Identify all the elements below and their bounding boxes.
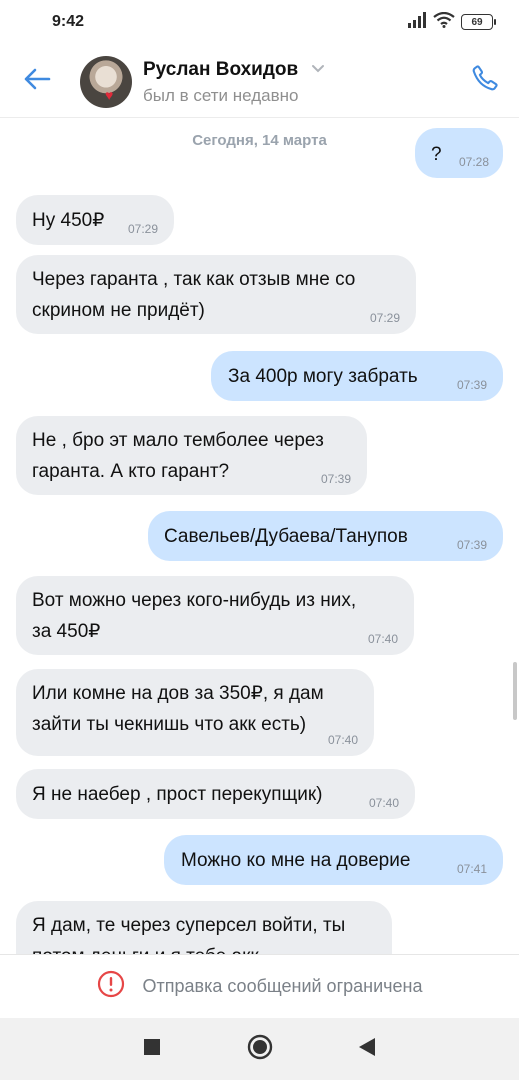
- scrollbar[interactable]: [513, 662, 517, 720]
- message-bubble[interactable]: Не , бро эт мало темболее через гаранта.…: [16, 416, 367, 495]
- message-text: гаранта. А кто гарант?: [32, 461, 230, 482]
- notice-text: Отправка сообщений ограничена: [142, 976, 423, 996]
- message-bubble[interactable]: Я не наебер , прост перекупщик) 07:40: [16, 769, 415, 819]
- message-text: скрином не придёт): [32, 300, 205, 321]
- messaging-restricted-notice: Отправка сообщений ограничена: [0, 954, 519, 1018]
- back-arrow-icon: [23, 67, 51, 96]
- message-text: Или комне на дов за 350₽, я дам: [32, 683, 324, 704]
- home-button[interactable]: [245, 1034, 275, 1064]
- system-nav-bar: [0, 1018, 519, 1080]
- back-nav-button[interactable]: [352, 1034, 382, 1064]
- message-time: 07:39: [456, 378, 487, 392]
- message-bubble[interactable]: За 400р могу забрать 07:39: [211, 351, 503, 401]
- call-button[interactable]: [469, 64, 501, 96]
- message-time: 07:40: [327, 733, 358, 747]
- contact-status: был в сети недавно: [143, 86, 299, 105]
- message-time: 07:28: [458, 155, 489, 169]
- battery-level: 69: [471, 16, 483, 28]
- heart-icon: ♥: [105, 87, 114, 103]
- message-bubble[interactable]: Или комне на дов за 350₽, я дам зайти ты…: [16, 669, 374, 756]
- message-bubble[interactable]: Через гаранта , так как отзыв мне со скр…: [16, 255, 416, 334]
- message-bubble[interactable]: Можно ко мне на доверие 07:41: [164, 835, 503, 885]
- message-bubble[interactable]: Я дам, те через суперсел войти, ты потом…: [16, 901, 392, 954]
- battery-icon: 69: [461, 14, 496, 30]
- message-text: зайти ты чекнишь что акк есть): [32, 714, 307, 735]
- message-text: потом деньги и я тебе акк: [32, 941, 392, 954]
- chat-header: ♥ Руслан Вохидов был в сети недавно: [0, 44, 519, 118]
- phone-icon: [471, 64, 499, 97]
- contact-name[interactable]: Руслан Вохидов: [143, 59, 298, 81]
- status-time: 9:42: [52, 13, 85, 30]
- message-text: Через гаранта , так как отзыв мне со: [32, 269, 356, 290]
- chevron-down-icon[interactable]: [311, 62, 325, 76]
- signal-icon: [407, 11, 427, 33]
- message-text: Я дам, те через суперсел войти, ты: [32, 915, 346, 936]
- status-icons: 69: [407, 11, 496, 33]
- status-bar: 9:42 69: [0, 0, 519, 44]
- circle-home-icon: [247, 1034, 273, 1065]
- message-time: 07:29: [369, 311, 400, 325]
- message-bubble[interactable]: Савельев/Дубаева/Танупов 07:39: [148, 511, 503, 561]
- message-time: 07:40: [367, 632, 398, 646]
- message-time: 07:39: [320, 472, 351, 486]
- wifi-icon: [433, 11, 455, 33]
- message-text: Савельев/Дубаева/Танупов: [164, 526, 408, 547]
- avatar[interactable]: ♥: [80, 56, 132, 108]
- message-time: 07:41: [456, 862, 487, 876]
- back-button[interactable]: [20, 64, 54, 98]
- message-bubble[interactable]: Вот можно через кого-нибудь из них, за 4…: [16, 576, 414, 655]
- message-text: Вот можно через кого-нибудь из них,: [32, 590, 357, 611]
- message-text: Можно ко мне на доверие: [181, 850, 411, 871]
- alert-circle-icon: [97, 970, 125, 1003]
- message-time: 07:39: [456, 538, 487, 552]
- message-bubble[interactable]: Ну 450₽ 07:29: [16, 195, 174, 245]
- chat-area[interactable]: Сегодня, 14 марта ? 07:28 Ну 450₽ 07:29 …: [0, 118, 519, 954]
- square-icon: [144, 1038, 160, 1060]
- message-time: 07:40: [368, 796, 399, 810]
- recents-button[interactable]: [137, 1034, 167, 1064]
- message-bubble[interactable]: ? 07:28: [415, 128, 503, 178]
- message-text: за 450₽: [32, 621, 101, 642]
- message-text: Я не наебер , прост перекупщик): [32, 784, 323, 805]
- message-text: Не , бро эт мало темболее через: [32, 430, 324, 451]
- message-time: 07:29: [127, 222, 158, 236]
- triangle-back-icon: [358, 1037, 376, 1062]
